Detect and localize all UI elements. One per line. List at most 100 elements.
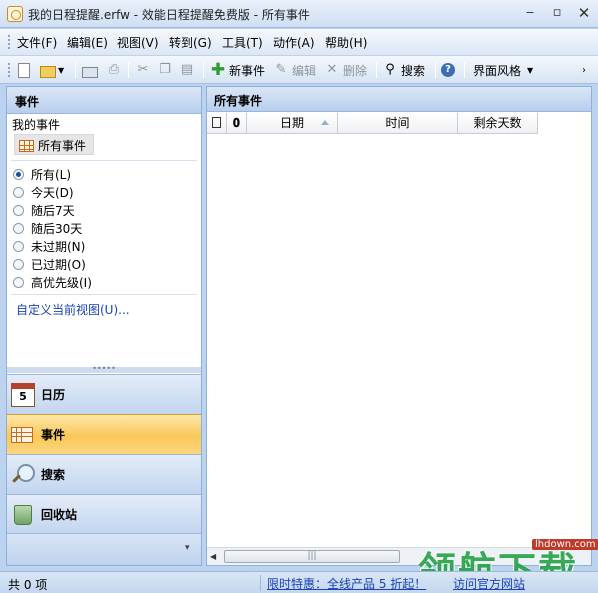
- nav-calendar[interactable]: 5 日历: [7, 374, 201, 414]
- calendar-icon: 5: [11, 382, 35, 407]
- recycle-bin-icon: [14, 504, 32, 525]
- copy-button[interactable]: ❐: [157, 60, 173, 80]
- toolbar-grip[interactable]: [8, 63, 10, 77]
- radio-button[interactable]: [13, 204, 24, 216]
- minimize-button[interactable]: ‒: [519, 4, 541, 22]
- print-preview-button[interactable]: ⎙: [106, 60, 122, 80]
- menu-tools[interactable]: 工具(T): [222, 34, 263, 51]
- status-separator: [260, 575, 261, 591]
- events-list-pane: 所有事件 𝟎 日期 时间 剩余天数 ◀ |||: [206, 86, 592, 566]
- scrollbar-thumb[interactable]: |||: [224, 550, 400, 563]
- pencil-icon: ✎: [275, 62, 287, 77]
- printer-icon: [82, 66, 98, 78]
- toolbar-separator: [464, 62, 465, 78]
- radio-button[interactable]: [13, 258, 24, 270]
- skin-dropdown[interactable]: 界面风格 ▼: [473, 60, 533, 80]
- filter-label: 未过期(N): [31, 239, 86, 254]
- column-attachment[interactable]: 𝟎: [227, 113, 247, 134]
- document-icon: [212, 117, 221, 128]
- toolbar-overflow[interactable]: ›: [582, 60, 586, 80]
- edit-button[interactable]: ✎ 编辑: [273, 60, 316, 80]
- filter-label: 随后7天: [31, 203, 75, 218]
- chevron-right-icon: ›: [582, 64, 586, 76]
- radio-button[interactable]: [13, 240, 24, 252]
- filter-next-30-days[interactable]: 随后30天: [13, 220, 82, 236]
- nav-footer: ▾: [7, 533, 201, 565]
- menu-view[interactable]: 视图(V): [117, 34, 159, 51]
- nav-label: 事件: [41, 428, 66, 442]
- list-title: 所有事件: [207, 87, 591, 112]
- nav-label: 日历: [41, 388, 66, 402]
- column-label: 日期: [279, 116, 304, 130]
- filter-today[interactable]: 今天(D): [13, 184, 74, 200]
- official-site-link[interactable]: 访问官方网站: [453, 575, 525, 592]
- paste-icon: ▤: [180, 62, 194, 77]
- column-time[interactable]: 时间: [338, 113, 458, 134]
- pane-title: 事件: [7, 87, 201, 114]
- edit-label: 编辑: [292, 63, 317, 78]
- search-button[interactable]: ⚲ 搜索: [382, 60, 425, 80]
- divider: [11, 160, 197, 161]
- new-file-button[interactable]: [18, 60, 30, 80]
- column-days-left[interactable]: 剩余天数: [458, 113, 538, 134]
- all-events-folder[interactable]: 所有事件: [14, 134, 94, 155]
- chevron-down-icon[interactable]: ▾: [185, 543, 190, 553]
- search-label: 搜索: [401, 63, 426, 78]
- magnifier-icon: [11, 463, 35, 487]
- open-file-button[interactable]: ▼: [40, 60, 64, 80]
- help-button[interactable]: ?: [441, 60, 455, 80]
- filter-not-expired[interactable]: 未过期(N): [13, 238, 85, 254]
- menu-edit[interactable]: 编辑(E): [67, 34, 108, 51]
- dropdown-arrow-icon[interactable]: ▼: [58, 66, 64, 75]
- menu-action[interactable]: 动作(A): [273, 34, 315, 51]
- skin-label: 界面风格: [473, 63, 522, 78]
- close-button[interactable]: ✕: [573, 4, 595, 22]
- divider: [11, 294, 197, 295]
- item-count: 共 0 项: [8, 578, 48, 592]
- window-title: 我的日程提醒.erfw - 效能日程提醒免费版 - 所有事件: [28, 8, 310, 22]
- cut-button[interactable]: ✂: [135, 60, 151, 80]
- help-icon: ?: [441, 63, 455, 77]
- promo-link[interactable]: 限时特惠：全线产品 5 折起！: [267, 575, 426, 592]
- navigation-pane: 事件 我的事件 所有事件 所有(L) 今天(D) 随后7天 随后30天 未过期(…: [6, 86, 202, 566]
- column-date[interactable]: 日期: [247, 113, 338, 134]
- filter-label: 高优先级(I): [31, 275, 92, 290]
- paperclip-icon: 𝟎: [233, 116, 240, 130]
- radio-button[interactable]: [13, 186, 24, 198]
- menu-bar: 文件(F) 编辑(E) 视图(V) 转到(G) 工具(T) 动作(A) 帮助(H…: [0, 29, 598, 55]
- radio-button[interactable]: [13, 168, 24, 180]
- filter-high-priority[interactable]: 高优先级(I): [13, 274, 92, 290]
- new-event-button[interactable]: ✚ 新事件: [210, 60, 265, 80]
- radio-button[interactable]: [13, 222, 24, 234]
- filter-expired[interactable]: 已过期(O): [13, 256, 86, 272]
- events-grid-icon: [19, 140, 34, 152]
- events-grid-icon: [11, 423, 35, 447]
- radio-button[interactable]: [13, 276, 24, 288]
- filter-next-7-days[interactable]: 随后7天: [13, 202, 75, 218]
- toolbar-separator: [128, 62, 129, 78]
- toolbar-separator: [203, 62, 204, 78]
- maximize-button[interactable]: ▫: [546, 4, 568, 22]
- status-bar: 共 0 项 限时特惠：全线产品 5 折起！ 访问官方网站: [0, 571, 598, 593]
- customize-view-link[interactable]: 自定义当前视图(U)...: [16, 301, 130, 318]
- paste-button[interactable]: ▤: [179, 60, 195, 80]
- filter-label: 所有(L): [31, 167, 72, 182]
- scroll-left-arrow-icon[interactable]: ◀: [210, 552, 216, 561]
- menu-file[interactable]: 文件(F): [17, 34, 57, 51]
- nav-search[interactable]: 搜索: [7, 454, 201, 494]
- all-events-label: 所有事件: [38, 139, 87, 153]
- column-type[interactable]: [207, 113, 227, 134]
- filter-all[interactable]: 所有(L): [13, 166, 71, 182]
- menu-help[interactable]: 帮助(H): [325, 34, 367, 51]
- nav-events[interactable]: 事件: [7, 414, 201, 454]
- toolbar: ▼ ⎙ ✂ ❐ ▤ ✚ 新事件 ✎ 编辑 ✕ 删除 ⚲ 搜索 ? 界面风格 ▼ ›: [0, 56, 598, 84]
- delete-button[interactable]: ✕ 删除: [324, 60, 367, 80]
- nav-recycle-bin[interactable]: 回收站: [7, 494, 201, 534]
- print-button[interactable]: [82, 60, 98, 80]
- menu-grip[interactable]: [8, 35, 10, 49]
- column-label: 剩余天数: [473, 116, 522, 130]
- menu-goto[interactable]: 转到(G): [169, 34, 212, 51]
- scissors-icon: ✂: [137, 62, 149, 77]
- pane-splitter[interactable]: •••••: [7, 365, 201, 373]
- delete-x-icon: ✕: [326, 62, 338, 77]
